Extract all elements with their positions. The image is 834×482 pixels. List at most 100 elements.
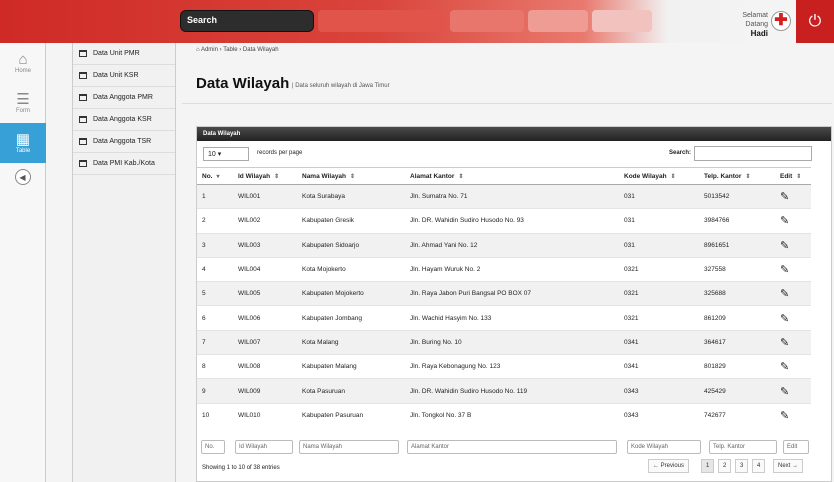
pencil-icon[interactable]: ✎ [780,313,789,325]
top-bar-segment [450,10,524,32]
table-cell: 5 [197,281,233,306]
sort-icon: ⇕ [796,173,802,180]
filter-no[interactable]: No. [201,440,225,454]
table-cell: WIL007 [233,329,297,355]
pencil-icon[interactable]: ✎ [780,386,789,398]
breadcrumb-separator: › [219,47,222,53]
welcome-text: Selamat Datang Hadi [722,11,768,38]
table-cell: 0343 [619,402,699,428]
submenu-item-label: Data Unit PMR [93,50,140,57]
breadcrumb-table[interactable]: Table [223,47,237,53]
table-cell: WIL010 [233,402,297,428]
submenu-item-label: Data Anggota TSR [93,138,152,145]
table-cell: Kabupaten Jombang [297,305,405,331]
filter-id-wilayah[interactable]: Id Wilayah [235,440,293,454]
table-cell: WIL001 [233,183,297,209]
previous-button[interactable]: ← Previous [648,459,690,473]
power-icon[interactable]: ⏻ [796,0,834,43]
table-cell: Jln. DR. Wahidin Sudiro Husodo No. 93 [405,208,619,234]
submenu-item[interactable]: Data Anggota PMR [73,87,175,109]
edit-cell: ✎ [775,281,811,306]
filter-edit[interactable]: Edit [783,440,809,454]
main-content: ⌂ Admin › Table › Data Wilayah Data Wila… [182,43,834,482]
table-cell: Kabupaten Gresik [297,208,405,234]
next-button[interactable]: Next → [773,459,804,473]
page-subtitle: | Data seluruh wilayah di Jawa Timur [292,83,390,89]
filter-telp-kantor[interactable]: Telp. Kantor [709,440,777,454]
search-label: Search: [669,150,692,156]
page-button[interactable]: 4 [752,459,766,473]
sidebar-item-table[interactable]: ▦ Table [0,123,46,163]
submenu-item-label: Data Anggota KSR [93,116,152,123]
table-search-input[interactable] [694,146,812,161]
table-cell: 8 [197,354,233,379]
pencil-icon[interactable]: ✎ [780,240,789,252]
table-cell: 6 [197,305,233,331]
per-page-label: records per page [257,150,303,156]
table-row: 3 WIL003 Kabupaten Sidoarjo Jln. Ahmad Yani… [197,232,811,258]
table-cell: 0341 [619,354,699,379]
user-name: Hadi [750,29,768,38]
column-header[interactable]: Kode Wilayah ⇕ [619,167,699,185]
filter-nama-wilayah[interactable]: Nama Wilayah [299,440,399,454]
column-header[interactable]: No. ▾ [197,167,233,185]
sidebar-item-label: Table [15,148,31,154]
submenu-item[interactable]: Data Unit PMR [73,43,175,65]
table-cell: Jln. DR. Wahidin Sudiro Husodo No. 119 [405,378,619,404]
submenu-item-label: Data Anggota PMR [93,94,153,101]
pencil-icon[interactable]: ✎ [780,361,789,373]
table-cell: Jln. Raya Jabon Puri Bangsal PO BOX 07 [405,281,619,306]
search-box[interactable]: Search [180,10,314,32]
column-header[interactable]: Telp. Kantor ⇕ [699,167,775,185]
table-cell: 0321 [619,256,699,282]
table-cell: 0343 [619,378,699,404]
page-button[interactable]: 3 [735,459,749,473]
pencil-icon[interactable]: ✎ [780,215,789,227]
pencil-icon[interactable]: ✎ [780,288,789,300]
filter-kode-wilayah[interactable]: Kode Wilayah [627,440,701,454]
breadcrumb-admin[interactable]: Admin [201,47,218,53]
table-cell: Jln. Tongkol No. 37 B [405,402,619,428]
home-icon: ⌂ [18,51,28,68]
sidebar-item-home[interactable]: ⌂ Home [0,43,46,83]
table-icon: ▦ [15,131,31,148]
table-cell: 7 [197,329,233,355]
submenu-item[interactable]: Data Anggota TSR [73,131,175,153]
header-label: Telp. Kantor [704,172,742,180]
table-cell: 031 [619,208,699,234]
submenu-item[interactable]: Data Unit KSR [73,65,175,87]
column-header[interactable]: Alamat Kantor ⇕ [405,167,619,185]
table-cell: Kota Malang [297,329,405,355]
column-header[interactable]: Nama Wilayah ⇕ [297,167,405,185]
pencil-icon[interactable]: ✎ [780,410,789,422]
top-bar-segment [318,10,446,32]
home-icon[interactable]: ⌂ [196,47,200,53]
breadcrumb-current: Data Wilayah [242,47,279,53]
page-button[interactable]: 2 [718,459,732,473]
filter-alamat-kantor[interactable]: Alamat Kantor [407,440,617,454]
table-cell: Kabupaten Pasuruan [297,402,405,428]
page-button[interactable]: 1 [701,459,715,473]
list-icon: ☰ [16,91,30,108]
table-cell: 364617 [699,329,775,355]
table-cell: 325688 [699,281,775,306]
collapse-arrow-icon[interactable]: ◀ [14,169,31,185]
table-cell: Kota Mojokerto [297,256,405,282]
data-panel: Data Wilayah 10 ▾ records per page Searc… [196,126,832,482]
table-row: 1 WIL001 Kota Surabaya Jln. Sumatra No. 71 0… [197,183,811,209]
sidebar-item-form[interactable]: ☰ Form [0,83,46,123]
pencil-icon[interactable]: ✎ [780,337,789,349]
table-cell: 0321 [619,305,699,331]
submenu-item[interactable]: Data PMI Kab./Kota [73,153,175,175]
table-cell: 5013542 [699,183,775,209]
column-header[interactable]: Edit ⇕ [775,167,811,185]
per-page-select[interactable]: 10 ▾ [203,147,249,161]
table-cell: WIL005 [233,281,297,306]
column-header[interactable]: Id Wilayah ⇕ [233,167,297,185]
table-cell: Kabupaten Sidoarjo [297,232,405,258]
pencil-icon[interactable]: ✎ [780,264,789,276]
submenu-item[interactable]: Data Anggota KSR [73,109,175,131]
sort-icon: ▾ [216,173,220,180]
table-cell: 3984766 [699,208,775,234]
pencil-icon[interactable]: ✎ [780,191,789,203]
